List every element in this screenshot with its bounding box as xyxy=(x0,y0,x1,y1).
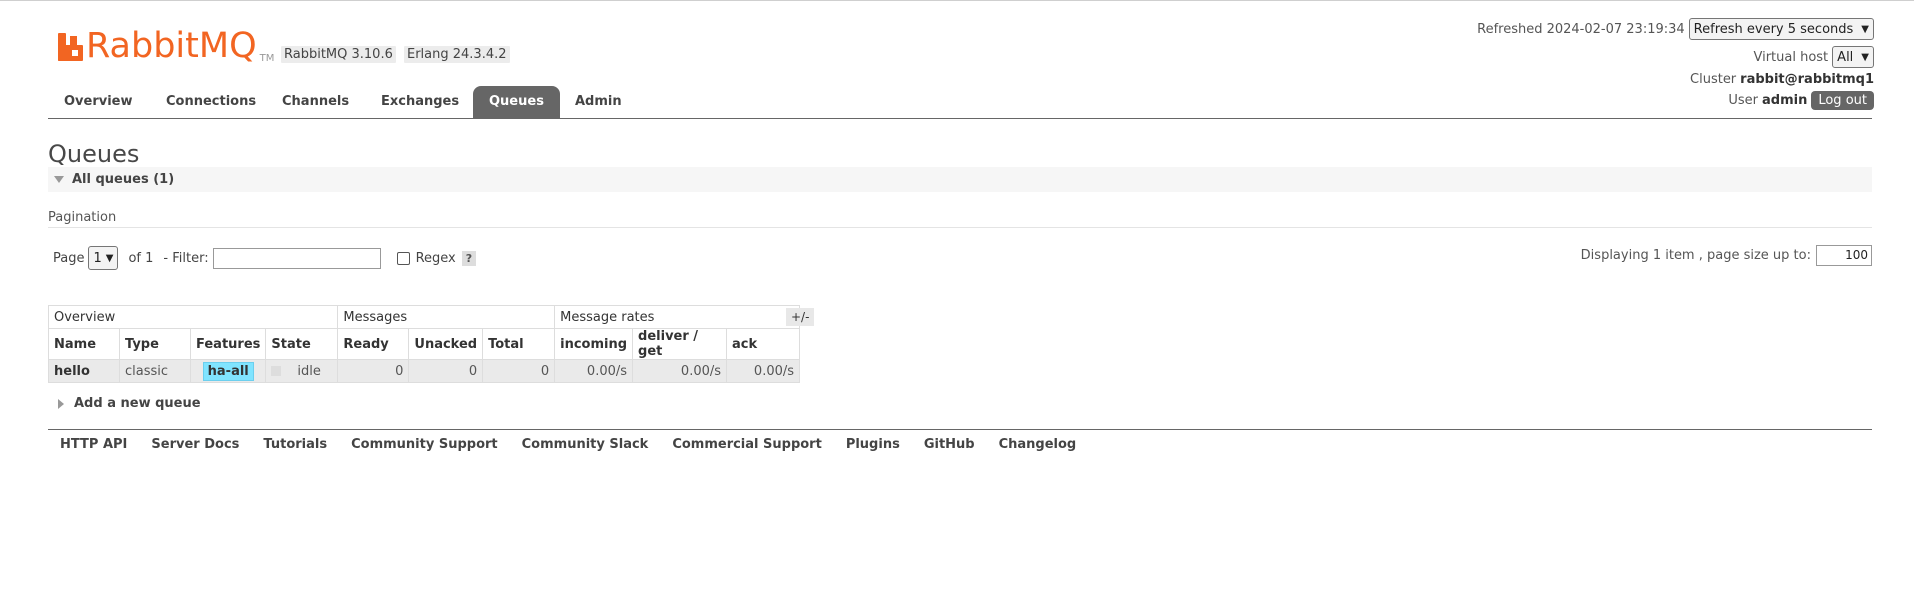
policy-badge[interactable]: ha-all xyxy=(202,361,254,381)
column-header-unacked[interactable]: Unacked xyxy=(408,328,484,360)
column-header-deliver-get[interactable]: deliver / get xyxy=(632,328,728,360)
column-header-total[interactable]: Total xyxy=(482,328,556,360)
rabbitmq-version: RabbitMQ 3.10.6 xyxy=(281,46,396,63)
footer-link-github[interactable]: GitHub xyxy=(924,437,975,452)
tab-exchanges[interactable]: Exchanges xyxy=(381,86,459,119)
vhost-value: All xyxy=(1837,49,1854,65)
chevron-down-icon: ▼ xyxy=(1861,23,1869,35)
group-header-message-rates: Message rates xyxy=(554,305,801,329)
regex-checkbox[interactable] xyxy=(396,251,410,265)
add-queue-section-toggle[interactable]: Add a new queue xyxy=(58,396,201,411)
page-select-value: 1 xyxy=(93,250,102,266)
footer-link-community-support[interactable]: Community Support xyxy=(351,437,498,452)
footer-link-commercial-support[interactable]: Commercial Support xyxy=(672,437,822,452)
footer-link-server-docs[interactable]: Server Docs xyxy=(151,437,239,452)
messages-unacked: 0 xyxy=(408,359,484,383)
messages-ready: 0 xyxy=(337,359,410,383)
cluster-label: Cluster xyxy=(1690,71,1737,87)
page-title: Queues xyxy=(48,140,140,168)
section-title: All queues (1) xyxy=(72,172,175,187)
page-label: Page xyxy=(53,250,85,266)
main-nav-tabs: Overview Connections Channels Exchanges … xyxy=(48,86,1872,119)
pagination-controls: Page 1 ▼ of 1 - Filter: Regex ? xyxy=(53,246,477,270)
queues-table: Overview Messages Message rates Name Typ… xyxy=(47,305,801,383)
group-header-messages: Messages xyxy=(337,305,556,329)
footer-link-changelog[interactable]: Changelog xyxy=(999,437,1077,452)
help-icon[interactable]: ? xyxy=(461,250,477,266)
queue-name-link[interactable]: hello xyxy=(48,359,120,383)
column-header-name[interactable]: Name xyxy=(48,328,120,360)
state-indicator-icon xyxy=(271,366,282,376)
column-header-state[interactable]: State xyxy=(265,328,339,360)
rabbitmq-logo-icon xyxy=(58,32,83,61)
expand-triangle-icon xyxy=(58,398,64,409)
group-header-overview: Overview xyxy=(47,305,339,329)
collapse-triangle-icon xyxy=(54,176,64,183)
queue-type: classic xyxy=(119,359,191,383)
tab-admin[interactable]: Admin xyxy=(575,86,622,119)
filter-input[interactable] xyxy=(212,247,381,269)
logo-trademark: TM xyxy=(259,53,275,64)
queue-features-cell: ha-all xyxy=(189,359,267,383)
page-count: of 1 xyxy=(128,250,154,266)
vhost-select[interactable]: All ▼ xyxy=(1832,46,1874,68)
chevron-down-icon: ▼ xyxy=(1861,51,1869,63)
filter-label: - Filter: xyxy=(163,250,209,266)
refreshed-text: Refreshed 2024-02-07 23:19:34 xyxy=(1477,21,1685,37)
footer-link-http-api[interactable]: HTTP API xyxy=(60,437,127,452)
column-header-ready[interactable]: Ready xyxy=(337,328,410,360)
cluster-name: rabbit@rabbitmq1 xyxy=(1740,71,1874,87)
footer-link-plugins[interactable]: Plugins xyxy=(846,437,900,452)
tab-channels[interactable]: Channels xyxy=(282,86,349,119)
rate-ack: 0.00/s xyxy=(726,359,801,383)
logo-text: RabbitMQ xyxy=(86,26,257,66)
column-header-ack[interactable]: ack xyxy=(726,328,801,360)
page-select[interactable]: 1 ▼ xyxy=(88,246,119,270)
queue-state-cell: idle xyxy=(265,359,339,383)
queue-name[interactable]: hello xyxy=(54,364,90,379)
page-size-input[interactable]: 100 xyxy=(1816,245,1872,266)
vhost-label: Virtual host xyxy=(1753,49,1829,65)
erlang-version: Erlang 24.3.4.2 xyxy=(404,46,510,63)
rate-deliver-get: 0.00/s xyxy=(632,359,728,383)
messages-total: 0 xyxy=(482,359,556,383)
tab-queues[interactable]: Queues xyxy=(473,86,560,119)
tab-connections[interactable]: Connections xyxy=(166,86,256,119)
all-queues-section-toggle[interactable]: All queues (1) xyxy=(48,167,1872,192)
add-queue-label: Add a new queue xyxy=(74,396,201,411)
column-toggle-button[interactable]: +/- xyxy=(786,308,815,326)
chevron-down-icon: ▼ xyxy=(105,252,114,264)
regex-label: Regex xyxy=(415,250,456,266)
rate-incoming: 0.00/s xyxy=(554,359,634,383)
queue-state: idle xyxy=(297,363,321,379)
table-row[interactable]: hello classic ha-all idle 0 0 0 0.00/s 0… xyxy=(48,359,801,383)
column-header-features[interactable]: Features xyxy=(189,328,267,360)
column-header-type[interactable]: Type xyxy=(119,328,191,360)
footer-links: HTTP API Server Docs Tutorials Community… xyxy=(48,429,1872,452)
rabbitmq-logo[interactable]: RabbitMQ TM xyxy=(58,29,274,64)
column-header-incoming[interactable]: incoming xyxy=(554,328,634,360)
tab-overview[interactable]: Overview xyxy=(64,86,133,119)
footer-link-tutorials[interactable]: Tutorials xyxy=(263,437,327,452)
display-info: Displaying 1 item , page size up to: 100 xyxy=(1581,245,1872,266)
pagination-heading: Pagination xyxy=(48,210,117,225)
display-count-text: Displaying 1 item , page size up to: xyxy=(1580,248,1811,263)
footer-link-community-slack[interactable]: Community Slack xyxy=(522,437,649,452)
divider xyxy=(48,227,1872,228)
refresh-interval-value: Refresh every 5 seconds xyxy=(1693,21,1854,37)
refresh-interval-select[interactable]: Refresh every 5 seconds ▼ xyxy=(1688,18,1874,40)
